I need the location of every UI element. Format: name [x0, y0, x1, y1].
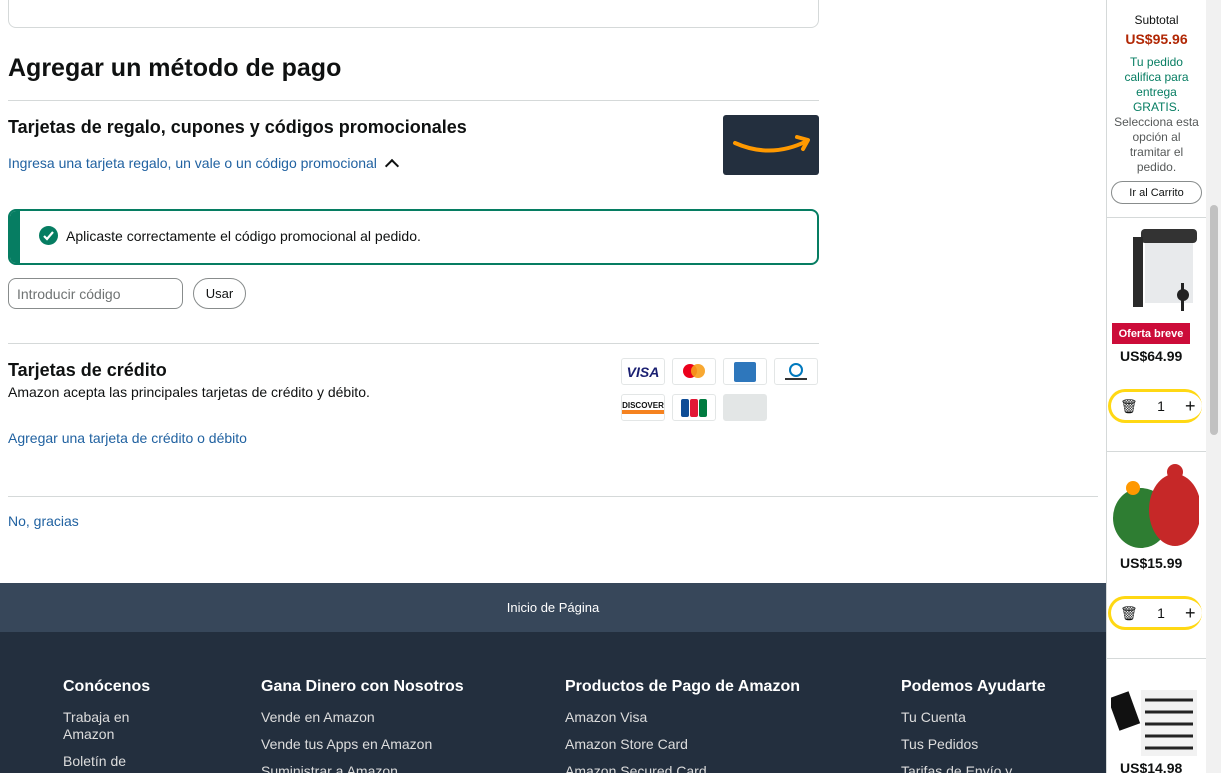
- previous-section-box: [8, 0, 819, 28]
- success-alert: Aplicaste correctamente el código promoc…: [8, 209, 819, 265]
- apply-code-button[interactable]: Usar: [193, 278, 246, 309]
- alert-message: Aplicaste correctamente el código promoc…: [66, 228, 421, 244]
- checkout-page: Agregar un método de pago Tarjetas de re…: [0, 0, 1106, 773]
- amazon-store-card-icon: [723, 394, 767, 421]
- deal-badge: Oferta breve: [1112, 323, 1190, 344]
- jcb-card-icon: [672, 394, 716, 421]
- amazon-logo: [723, 115, 819, 175]
- footer-link[interactable]: Amazon Secured Card: [565, 763, 865, 773]
- promo-code-toggle[interactable]: Ingresa una tarjeta regalo, un vale o un…: [8, 155, 399, 173]
- diners-club-card-icon: [774, 358, 818, 385]
- footer-link[interactable]: Boletín de: [63, 753, 183, 770]
- footer-link[interactable]: Tu Cuenta: [901, 709, 1091, 726]
- discover-card-icon: DISCOVER: [621, 394, 665, 421]
- footer-column-payment-products: Productos de Pago de Amazon Amazon Visa …: [565, 678, 865, 773]
- footer-column-title: Conócenos: [63, 678, 151, 695]
- footer-column-help: Podemos Ayudarte Tu Cuenta Tus Pedidos T…: [901, 678, 1091, 773]
- quantity-stepper: 🗑 1 +: [1108, 389, 1202, 423]
- footer-link[interactable]: Tus Pedidos: [901, 736, 1091, 753]
- trash-icon[interactable]: 🗑: [1120, 605, 1138, 622]
- divider: [1107, 217, 1206, 218]
- footer-column-make-money: Gana Dinero con Nosotros Vende en Amazon…: [261, 678, 521, 773]
- footer-column-title: Productos de Pago de Amazon: [565, 678, 800, 695]
- footer-link[interactable]: Trabaja en Amazon: [63, 709, 183, 743]
- gift-cards-title: Tarjetas de regalo, cupones y códigos pr…: [8, 117, 467, 137]
- credit-cards-title: Tarjetas de crédito: [8, 360, 167, 380]
- visa-card-icon: VISA: [621, 358, 665, 385]
- footer-link[interactable]: Suministrar a Amazon: [261, 763, 521, 773]
- chevron-up-icon: [384, 158, 399, 173]
- add-credit-card-link[interactable]: Agregar una tarjeta de crédito o débito: [8, 430, 247, 446]
- credit-cards-description: Amazon acepta las principales tarjetas d…: [8, 384, 370, 400]
- trash-icon[interactable]: 🗑: [1120, 398, 1138, 415]
- free-shipping-message: Tu pedido califica para entrega GRATIS. …: [1113, 55, 1200, 175]
- footer: Conócenos Trabaja en Amazon Boletín de G…: [0, 632, 1106, 773]
- divider: [8, 343, 819, 344]
- quantity-value: 1: [1157, 398, 1165, 414]
- footer-link[interactable]: Vende en Amazon: [261, 709, 521, 726]
- subtotal-label: Subtotal: [1134, 13, 1179, 27]
- subtotal-value: US$95.96: [1125, 31, 1188, 47]
- footer-column-title: Podemos Ayudarte: [901, 678, 1046, 695]
- alert-accent-bar: [10, 211, 20, 263]
- item-price: US$64.99: [1120, 348, 1183, 364]
- american-express-card-icon: [723, 358, 767, 385]
- product-image-shower-head[interactable]: [1111, 225, 1199, 311]
- quantity-stepper: 🗑 1 +: [1108, 596, 1202, 630]
- free-shipping-qualify: Tu pedido califica para entrega GRATIS.: [1124, 55, 1189, 114]
- plus-icon[interactable]: +: [1185, 603, 1196, 624]
- cart-sidebar: Subtotal US$95.96 Tu pedido califica par…: [1106, 0, 1206, 773]
- free-shipping-hint: Selecciona esta opción al tramitar el pe…: [1114, 115, 1199, 174]
- footer-column-title: Gana Dinero con Nosotros: [261, 678, 464, 695]
- mastercard-card-icon: [672, 358, 716, 385]
- product-image-gift-bags[interactable]: [1111, 462, 1201, 548]
- item-price: US$14.98: [1120, 760, 1183, 773]
- promo-code-input[interactable]: [8, 278, 183, 309]
- divider: [8, 100, 819, 101]
- divider: [1107, 658, 1206, 659]
- divider: [8, 496, 1098, 497]
- quantity-value: 1: [1157, 605, 1165, 621]
- page-title: Agregar un método de pago: [8, 54, 342, 82]
- footer-column-about: Conócenos Trabaja en Amazon Boletín de: [63, 678, 183, 773]
- footer-link[interactable]: Amazon Visa: [565, 709, 865, 726]
- check-circle-icon: [39, 226, 58, 245]
- back-to-top-button[interactable]: Inicio de Página: [0, 583, 1106, 632]
- footer-link[interactable]: Vende tus Apps en Amazon: [261, 736, 521, 753]
- go-to-cart-button[interactable]: Ir al Carrito: [1111, 181, 1202, 204]
- discover-card-label: DISCOVER: [622, 401, 664, 414]
- product-image-eyelashes[interactable]: [1107, 670, 1199, 756]
- footer-link[interactable]: Tarifas de Envío y: [901, 763, 1091, 773]
- plus-icon[interactable]: +: [1185, 396, 1196, 417]
- no-thanks-link[interactable]: No, gracias: [8, 513, 79, 529]
- scrollbar-thumb[interactable]: [1210, 205, 1218, 435]
- divider: [1107, 451, 1206, 452]
- footer-link[interactable]: Amazon Store Card: [565, 736, 865, 753]
- promo-code-link-label: Ingresa una tarjeta regalo, un vale o un…: [8, 155, 377, 171]
- item-price: US$15.99: [1120, 555, 1183, 571]
